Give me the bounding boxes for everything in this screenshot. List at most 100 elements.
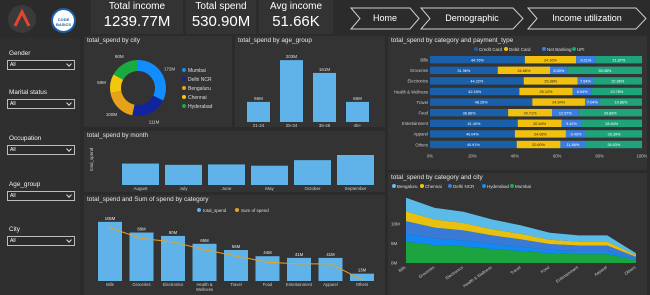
- slicer-marital-status[interactable]: All: [7, 99, 75, 109]
- legend-marker: [182, 86, 186, 90]
- age-data-label: 161M: [319, 67, 331, 72]
- payment-data-label: 26.39%: [608, 133, 622, 137]
- payment-category-label: Electronics: [408, 79, 428, 84]
- slicer-label-city: City: [9, 226, 21, 233]
- category-data-label: 105M: [105, 216, 116, 221]
- donut-data-label: 111M: [149, 119, 160, 124]
- legend-marker: [482, 184, 486, 188]
- payment-axis-tick: 100%: [637, 153, 647, 158]
- payment-data-label: 44.76%: [471, 58, 485, 62]
- payment-data-label: 24.08%: [534, 133, 548, 137]
- month-bar: [122, 163, 159, 185]
- donut-data-label: 90M: [115, 54, 124, 59]
- legend-label: Mumbai: [515, 184, 531, 189]
- category-tick-label: Electronics: [163, 282, 183, 287]
- category-city-panel: total_spend by category and city Bengalu…: [388, 173, 647, 295]
- month-bar: [208, 164, 245, 185]
- payment-data-label: 11.86%: [567, 143, 580, 147]
- legend-label: UPI: [577, 47, 585, 52]
- payment-data-label: 23.78%: [610, 90, 624, 94]
- payment-axis-tick: 40%: [511, 153, 520, 158]
- month-tick-label: June: [222, 186, 232, 191]
- legend-marker: [182, 95, 186, 99]
- payment-data-label: 29.86%: [604, 111, 618, 115]
- age-bar-chart: 66M 21-24 203M 25-34 161M 35-45 66M 45+: [247, 54, 369, 127]
- category-tick-label: Others: [356, 282, 369, 287]
- chevron-down-icon: [66, 146, 72, 152]
- payment-data-label: 35.08%: [598, 69, 612, 73]
- payment-data-label: 42.16%: [468, 90, 482, 94]
- payment-data-label: 24.16%: [544, 58, 558, 62]
- slicer-label-age-group: Age_group: [9, 181, 41, 188]
- legend-label: Chennai: [188, 95, 207, 101]
- legend-label: Credit Card: [479, 47, 503, 52]
- slicer-gender[interactable]: All: [7, 60, 75, 70]
- legend-marker: [392, 184, 396, 188]
- nav-income-utilization[interactable]: Income utilization: [527, 7, 647, 30]
- slicer-label-marital: Marital status: [9, 89, 48, 96]
- legend-label: Hyderabad: [188, 104, 213, 110]
- payment-category-label: Entertainment: [402, 121, 429, 126]
- payment-axis-tick: 80%: [595, 153, 604, 158]
- category-data-label: 80M: [169, 230, 178, 235]
- payment-data-label: 8.94%: [577, 90, 588, 94]
- age-data-label: 66M: [353, 96, 362, 101]
- payment-data-label: 19.86%: [615, 101, 629, 105]
- legend-marker: [504, 47, 508, 51]
- sum-of-spend-point: [140, 237, 143, 240]
- sum-of-spend-point: [235, 255, 237, 257]
- month-tick-label: May: [265, 186, 274, 191]
- legend-marker: [182, 104, 186, 108]
- month-tick-label: September: [344, 186, 367, 191]
- codebasics-logo: CODE BASICS: [51, 8, 76, 33]
- slicer-value: All: [10, 147, 16, 153]
- legend-label: Delhi NCR: [453, 184, 475, 189]
- payment-axis-tick: 20%: [468, 153, 477, 158]
- payment-category-label: Health & Wellness: [394, 89, 428, 94]
- slicer-occupation[interactable]: All: [7, 145, 75, 155]
- nav-home[interactable]: Home: [350, 7, 420, 30]
- slicer-value: All: [10, 193, 16, 199]
- slicer-city[interactable]: All: [7, 236, 75, 246]
- kpi-label: Avg income: [269, 1, 323, 12]
- slicer-age-group[interactable]: All: [7, 191, 75, 201]
- payment-data-label: 24.66%: [517, 69, 531, 73]
- legend-label: Sum of spend: [241, 208, 269, 213]
- slicer-panel: Gender All Marital status All Occupation…: [0, 38, 80, 295]
- kpi-total-income: Total income 1239.77M: [91, 0, 183, 34]
- payment-data-label: 40.91%: [467, 143, 481, 147]
- payment-data-label: 8.30%: [553, 69, 564, 73]
- category-data-label: 41M: [326, 252, 335, 257]
- legend-label: total_spend: [203, 208, 227, 213]
- payment-data-label: 20.71%: [524, 111, 538, 115]
- sum-of-spend-point: [298, 262, 300, 265]
- sum-of-spend-point: [361, 278, 363, 281]
- legend-marker: [542, 47, 546, 51]
- nav-demographic[interactable]: Demographic: [420, 7, 524, 30]
- legend-marker: [572, 47, 576, 51]
- legend-marker: [182, 68, 186, 72]
- area-category-label: Others: [623, 265, 636, 276]
- area-category-label: Electronics: [444, 265, 464, 281]
- age-tick-label: 45+: [354, 123, 362, 127]
- donut-slice-delhi-ncr: [132, 95, 164, 116]
- payment-data-label: 28.54%: [605, 122, 619, 126]
- payment-data-label: 44.22%: [470, 80, 484, 84]
- chevron-down-icon: [66, 61, 72, 67]
- month-tick-label: October: [304, 186, 321, 191]
- payment-category-label: Groceries: [410, 68, 428, 73]
- category-city-area-chart: Bengaluru Chennai Delhi NCR Hyderabad Mumbai…: [391, 184, 637, 288]
- category-data-label: 44M: [263, 250, 272, 255]
- area-category-label: Entertainment: [555, 264, 580, 284]
- month-bar: [337, 155, 374, 185]
- city-donut-panel: total_spend by city 172M 111M 100M 58M 90M Mu…: [84, 36, 232, 127]
- month-bar: [165, 164, 202, 185]
- kpi-value: 530.90M: [191, 13, 251, 30]
- month-tick-label: August: [133, 186, 148, 191]
- month-axis-title: total_spend: [89, 147, 94, 171]
- area-category-label: Travel: [509, 265, 521, 276]
- kpi-value: 51.66K: [272, 13, 320, 30]
- sum-of-spend-point: [329, 262, 332, 265]
- chevron-down-icon: [66, 100, 72, 106]
- area-category-label: Food: [540, 264, 551, 274]
